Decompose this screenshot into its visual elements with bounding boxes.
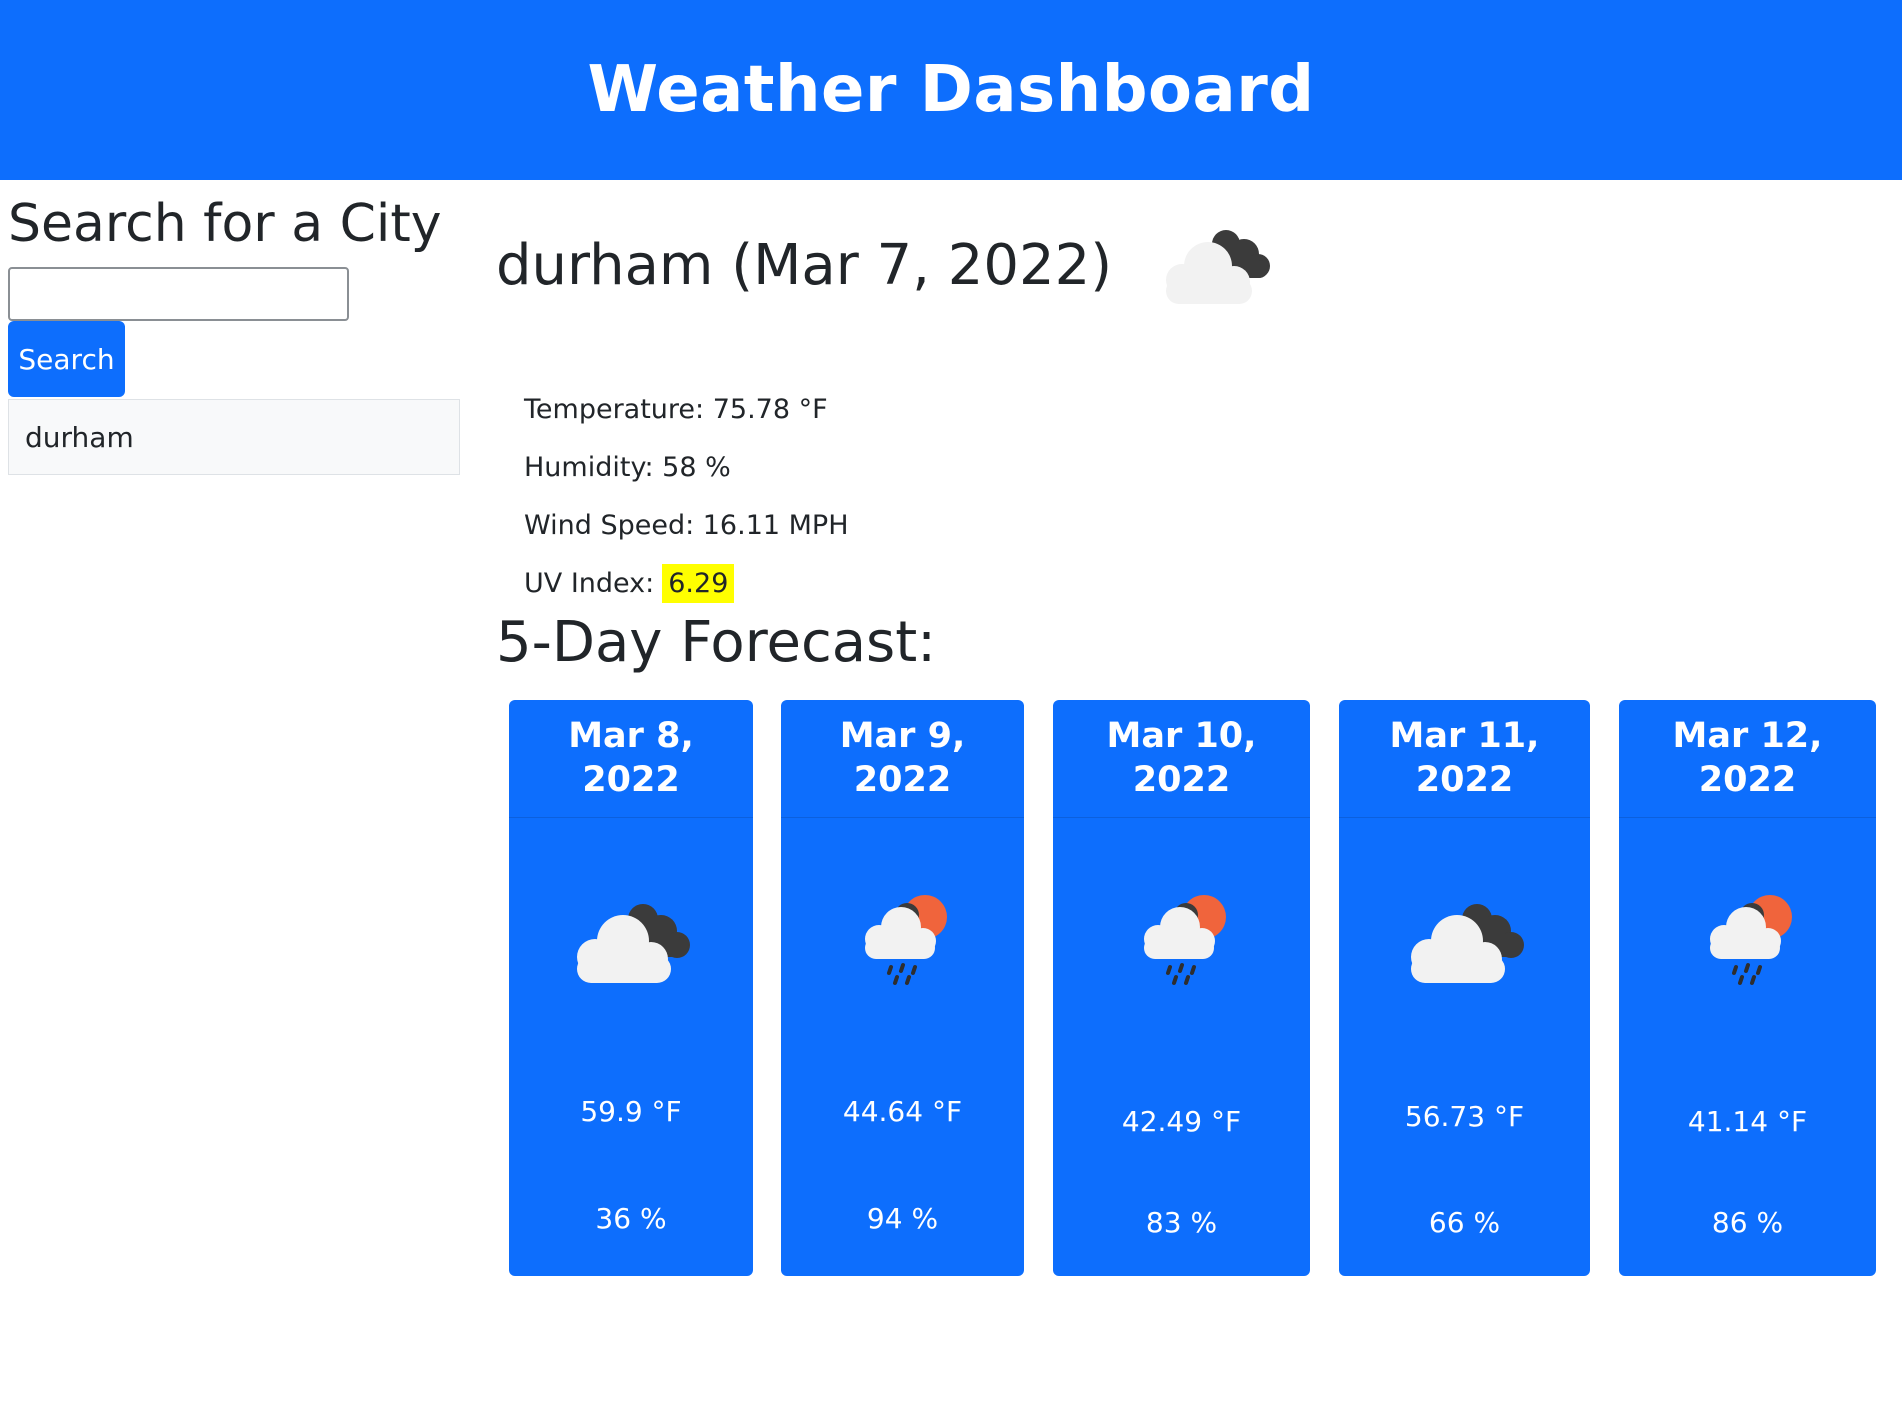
current-weather: durham (Mar 7, 2022) Temperature: 75.78 … (496, 220, 1886, 603)
forecast-temperature: 44.64 °F (842, 1095, 963, 1128)
current-stats: Temperature: 75.78 °F Humidity: 58 % Win… (524, 380, 849, 612)
forecast-temperature: 41.14 °F (1687, 1105, 1808, 1138)
uv-index-value: 6.29 (662, 563, 735, 603)
cloudy-icon (1410, 904, 1524, 983)
forecast-temperature: 56.73 °F (1404, 1100, 1525, 1133)
forecast-humidity: 36 % (595, 1202, 667, 1235)
current-temperature: Temperature: 75.78 °F (524, 393, 828, 425)
current-city-title: durham (Mar 7, 2022) (496, 232, 1113, 298)
rain-sun-icon (864, 895, 947, 985)
forecast-humidity: 83 % (1145, 1206, 1218, 1239)
partly-cloudy-dark-icon (1166, 230, 1271, 304)
forecast-card: Mar 11, 2022 56.73 °F 66 % (1339, 700, 1590, 1276)
uv-index-label: UV Index: (524, 567, 655, 599)
search-button[interactable]: Search (8, 321, 125, 398)
search-heading: Search for a City (8, 194, 442, 254)
cloudy-icon (577, 904, 690, 983)
forecast-card: Mar 12, 2022 41.14 °F 86 % (1619, 700, 1876, 1276)
forecast-temperature: 59.9 °F (580, 1095, 682, 1128)
forecast-temperature: 42.49 °F (1121, 1105, 1242, 1138)
current-weather-header: durham (Mar 7, 2022) (496, 220, 1886, 310)
current-humidity: Humidity: 58 % (524, 451, 731, 483)
forecast-card: Mar 10, 2022 42.49 °F 83 % (1053, 700, 1310, 1276)
forecast-humidity: 86 % (1711, 1206, 1784, 1239)
sidebar: Search for a City Search durham (8, 194, 460, 476)
history-item-durham[interactable]: durham (9, 400, 459, 474)
current-uv-index: UV Index: 6.29 (524, 554, 849, 612)
forecast-date: Mar 11, 2022 (1339, 700, 1590, 818)
forecast-date: Mar 12, 2022 (1619, 700, 1876, 818)
city-search-input[interactable] (8, 267, 349, 322)
page-title: Weather Dashboard (587, 53, 1315, 127)
forecast-heading: 5-Day Forecast: (496, 610, 937, 675)
current-wind-speed: Wind Speed: 16.11 MPH (524, 509, 849, 541)
forecast-humidity: 66 % (1428, 1206, 1501, 1239)
forecast-date: Mar 8, 2022 (509, 700, 753, 818)
rain-sun-icon (1709, 895, 1792, 985)
forecast-date: Mar 10, 2022 (1053, 700, 1310, 818)
rain-sun-icon (1143, 895, 1226, 985)
forecast-card: Mar 9, 2022 44.64 °F 94 % (781, 700, 1024, 1276)
header-bar: Weather Dashboard (0, 0, 1902, 180)
search-history-list: durham (8, 399, 460, 476)
forecast-date: Mar 9, 2022 (781, 700, 1024, 818)
forecast-card: Mar 8, 2022 59.9 °F 36 % (509, 700, 753, 1276)
forecast-cards: Mar 8, 2022 59.9 °F 36 % Mar 9, 2022 44.… (0, 700, 1902, 1276)
forecast-humidity: 94 % (866, 1202, 939, 1235)
